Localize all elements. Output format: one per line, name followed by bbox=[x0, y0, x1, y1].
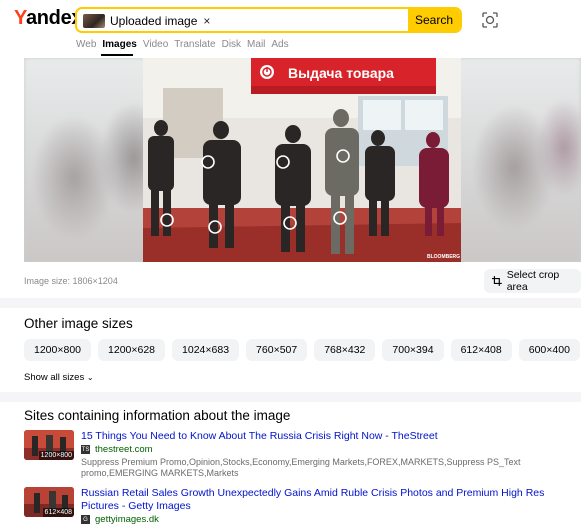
size-chip[interactable]: 760×507 bbox=[246, 339, 308, 361]
select-crop-area-button[interactable]: Select crop area bbox=[484, 269, 581, 293]
size-chips: 1200×800 1200×628 1024×683 760×507 768×432 70… bbox=[24, 339, 580, 361]
size-chip[interactable]: 700×394 bbox=[382, 339, 444, 361]
search-bar[interactable]: Uploaded image × Search bbox=[75, 7, 462, 33]
tab-images[interactable]: Images bbox=[102, 39, 136, 50]
tab-mail[interactable]: Mail bbox=[247, 39, 265, 50]
header: Yandex Uploaded image × Search Web Images… bbox=[0, 0, 581, 58]
image-preview: Выдача товара BLOOMBERG bbox=[24, 58, 581, 262]
result-domain[interactable]: G gettyimages.dk bbox=[81, 514, 159, 524]
tab-video[interactable]: Video bbox=[143, 39, 168, 50]
site-result: 612×408 Russian Retail Sales Growth Unex… bbox=[24, 487, 581, 524]
store-sign-text: Выдача товара bbox=[288, 65, 394, 81]
uploaded-image-chip[interactable]: Uploaded image × bbox=[83, 12, 210, 30]
uploaded-image-label: Uploaded image bbox=[110, 14, 198, 28]
sites-heading: Sites containing information about the i… bbox=[24, 408, 291, 423]
section-divider bbox=[0, 298, 581, 308]
result-domain[interactable]: TS thestreet.com bbox=[81, 444, 153, 455]
size-chip[interactable]: 612×408 bbox=[450, 339, 512, 361]
site-result: 1200×800 15 Things You Need to Know Abou… bbox=[24, 430, 581, 482]
result-domain-label: thestreet.com bbox=[95, 444, 153, 455]
size-chip[interactable]: 1024×683 bbox=[172, 339, 240, 361]
bloomberg-watermark: BLOOMBERG bbox=[427, 254, 460, 260]
camera-lens-icon[interactable] bbox=[481, 11, 499, 29]
thumb-size-badge: 1200×800 bbox=[38, 451, 74, 460]
section-divider bbox=[0, 392, 581, 402]
size-chip[interactable]: 600×400 bbox=[518, 339, 580, 361]
active-tab-underline bbox=[101, 54, 133, 56]
thumb-size-badge: 612×408 bbox=[42, 508, 74, 517]
search-button[interactable]: Search bbox=[408, 9, 460, 31]
other-sizes-heading: Other image sizes bbox=[24, 316, 133, 331]
favicon-icon: G bbox=[81, 515, 90, 524]
tab-disk[interactable]: Disk bbox=[222, 39, 241, 50]
uploaded-image-thumbnail bbox=[83, 14, 105, 28]
favicon-icon: TS bbox=[81, 445, 90, 454]
tab-ads[interactable]: Ads bbox=[271, 39, 288, 50]
result-domain-label: gettyimages.dk bbox=[95, 514, 159, 524]
show-all-sizes-link[interactable]: Show all sizes ⌄ bbox=[24, 372, 94, 383]
uploaded-photo: Выдача товара BLOOMBERG bbox=[143, 58, 461, 262]
result-title-link[interactable]: 15 Things You Need to Know About The Rus… bbox=[81, 430, 581, 443]
show-all-sizes-label: Show all sizes bbox=[24, 372, 85, 383]
size-chip[interactable]: 1200×800 bbox=[24, 339, 92, 361]
crop-button-label: Select crop area bbox=[506, 269, 560, 293]
result-thumbnail[interactable]: 1200×800 bbox=[24, 430, 74, 460]
result-title-link[interactable]: Russian Retail Sales Growth Unexpectedly… bbox=[81, 487, 581, 513]
search-tabs: Web Images Video Translate Disk Mail Ads bbox=[76, 39, 295, 50]
result-thumbnail[interactable]: 612×408 bbox=[24, 487, 74, 517]
result-description: Suppress Premium Promo,Opinion,Stocks,Ec… bbox=[81, 457, 521, 478]
close-icon[interactable]: × bbox=[203, 14, 210, 28]
chevron-down-icon: ⌄ bbox=[86, 373, 94, 382]
image-size-label: Image size: 1806×1204 bbox=[24, 276, 118, 286]
size-chip[interactable]: 1200×628 bbox=[98, 339, 166, 361]
size-chip[interactable]: 768×432 bbox=[314, 339, 376, 361]
tab-web[interactable]: Web bbox=[76, 39, 96, 50]
yandex-logo[interactable]: Yandex bbox=[14, 7, 83, 30]
crop-icon bbox=[492, 276, 502, 286]
tab-translate[interactable]: Translate bbox=[174, 39, 215, 50]
